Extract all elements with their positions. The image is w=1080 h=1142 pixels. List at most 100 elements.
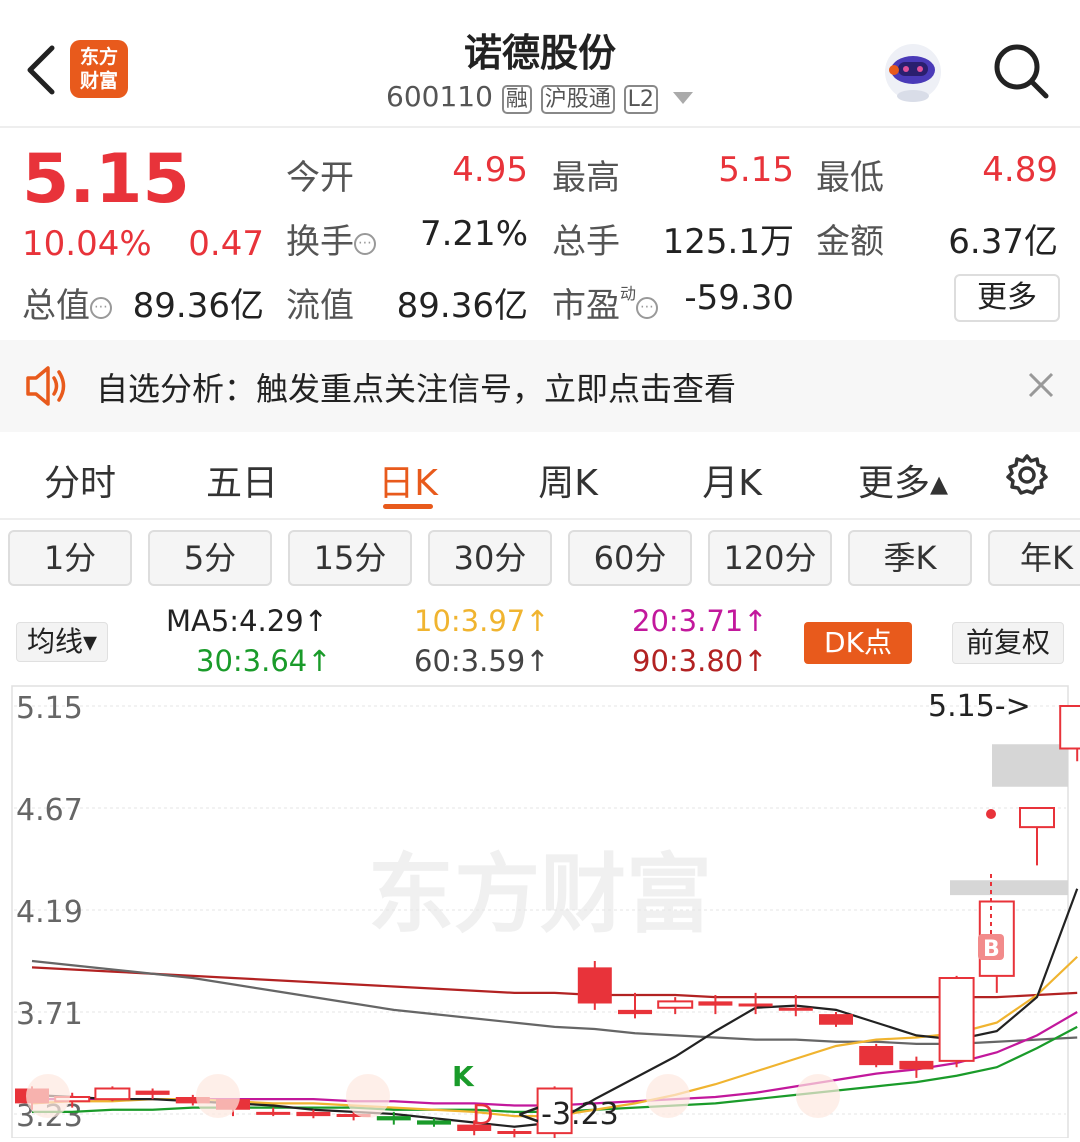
y-tick-label: 4.19: [16, 895, 83, 930]
candle-body: [698, 1001, 733, 1006]
high-price-label: 5.15->: [928, 689, 1031, 724]
ma-selector[interactable]: 均线▾: [16, 622, 108, 662]
app-logo: 东方 财富: [70, 40, 128, 98]
low-price-label: <-3.23: [516, 1097, 619, 1132]
candle-body: [859, 1046, 894, 1066]
top-bar: 东方 财富 诺德股份 600110 融 沪股通 L2: [0, 0, 1080, 128]
adjust-mode-button[interactable]: 前复权: [952, 622, 1064, 664]
chart-nav-circle: [196, 1074, 240, 1118]
chart-nav-circle: [646, 1074, 690, 1118]
tag-level2: L2: [623, 85, 658, 114]
change-percent: 10.04%: [22, 224, 152, 264]
dk-point-button[interactable]: DK点: [804, 622, 912, 664]
more-button[interactable]: 更多: [954, 274, 1060, 322]
period-1min[interactable]: 1分: [8, 530, 132, 586]
ma5-value: MA5:4.29↑: [166, 604, 328, 638]
stock-code-row: 600110 融 沪股通 L2: [386, 80, 693, 116]
pressure-zone: [992, 744, 1068, 787]
period-15min[interactable]: 15分: [288, 530, 412, 586]
tab-five-day[interactable]: 五日: [192, 454, 292, 506]
alert-text: 自选分析：触发重点关注信号，立即点击查看: [96, 370, 737, 408]
y-tick-label: 5.15: [16, 691, 83, 726]
analysis-alert-bar[interactable]: 自选分析：触发重点关注信号，立即点击查看: [0, 340, 1080, 432]
volume-value: 125.1万: [662, 222, 794, 262]
market-cap-label[interactable]: 总值 ⋯: [22, 278, 112, 327]
period-120min[interactable]: 120分: [708, 530, 832, 586]
dropdown-triangle-icon[interactable]: [672, 92, 693, 104]
tab-weekly-k[interactable]: 周K: [518, 454, 618, 506]
period-30min[interactable]: 30分: [428, 530, 552, 586]
period-yearly[interactable]: 年K: [988, 530, 1080, 586]
amount-label: 金额: [816, 222, 884, 262]
kline-chart[interactable]: 东方财富 5.154.674.193.713.23 5.15-><-3.23KD…: [0, 684, 1080, 1142]
tag-hk-connect: 沪股通: [540, 85, 615, 114]
tag-margin: 融: [501, 85, 532, 114]
logo-line-2: 财富: [79, 70, 118, 92]
tab-daily-k[interactable]: 日K: [358, 454, 458, 506]
period-quarterly[interactable]: 季K: [848, 530, 972, 586]
candle-body: [577, 967, 612, 1004]
volume-label: 总手: [552, 222, 620, 262]
signal-dot: [986, 809, 996, 819]
period-60min[interactable]: 60分: [568, 530, 692, 586]
period-selector: 1分 5分 15分 30分 60分 120分 季K 年K: [0, 528, 1080, 590]
market-cap-label-text: 总值: [22, 286, 90, 326]
tab-monthly-k[interactable]: 月K: [682, 454, 782, 506]
back-icon[interactable]: [22, 42, 62, 98]
chart-nav-circle: [346, 1074, 390, 1118]
logo-line-1: 东方: [79, 46, 118, 68]
candle-body: [618, 1009, 652, 1015]
candle-body: [657, 1000, 694, 1009]
candle-body: [1059, 705, 1080, 750]
kline-tab-bar: 分时 五日 日K 周K 月K 更多▴: [0, 432, 1080, 520]
ma60-value: 60:3.59↑: [414, 644, 550, 678]
candle-body: [778, 1007, 813, 1011]
chart-nav-circle: [796, 1074, 840, 1118]
stock-code: 600110: [386, 80, 493, 113]
watermark: 东方财富: [368, 847, 712, 943]
info-icon[interactable]: ⋯: [354, 232, 376, 255]
ma30-value: 30:3.64↑: [196, 644, 332, 678]
ma90-value: 90:3.80↑: [632, 644, 768, 678]
candle-body: [819, 1014, 853, 1025]
stock-title: 诺德股份: [463, 31, 616, 75]
robot-assistant-icon[interactable]: [880, 38, 946, 104]
candle-body: [94, 1087, 131, 1101]
market-cap-value: 89.36亿: [132, 286, 264, 326]
k-signal-mark: K: [452, 1060, 475, 1093]
kline-chart-svg[interactable]: 东方财富 5.154.674.193.713.23 5.15-><-3.23KD…: [0, 684, 1080, 1142]
float-cap-label: 流值: [286, 286, 354, 326]
gear-icon[interactable]: [1004, 452, 1050, 498]
candle-body: [417, 1120, 451, 1125]
candle-body: [899, 1060, 934, 1070]
pe-label[interactable]: 市盈动⋯: [552, 278, 659, 327]
low-value: 4.89: [982, 150, 1058, 190]
float-cap-value: 89.36亿: [396, 286, 528, 326]
ma10-value: 10:3.97↑: [414, 604, 550, 638]
tab-intraday[interactable]: 分时: [30, 454, 130, 506]
search-icon[interactable]: [990, 40, 1052, 102]
close-icon[interactable]: [1026, 370, 1056, 400]
y-tick-label: 3.71: [16, 997, 83, 1032]
low-label: 最低: [816, 158, 884, 198]
candle-body: [738, 1003, 773, 1007]
high-value: 5.15: [718, 150, 794, 190]
candle-body: [256, 1111, 291, 1115]
tab-more[interactable]: 更多▴: [848, 454, 958, 506]
turnover-label[interactable]: 换手 ⋯: [286, 214, 376, 263]
candle-body: [376, 1116, 411, 1121]
pressure-zone: [950, 880, 1068, 896]
info-icon[interactable]: ⋯: [90, 296, 112, 319]
active-tab-indicator: [383, 504, 433, 509]
buy-badge-label: B: [983, 937, 1000, 962]
candle-body: [938, 977, 975, 1062]
amount-value: 6.37亿: [948, 222, 1058, 262]
period-5min[interactable]: 5分: [148, 530, 272, 586]
info-icon[interactable]: ⋯: [636, 296, 659, 319]
pe-label-text: 市盈: [552, 286, 620, 326]
pe-value: -59.30: [684, 278, 794, 318]
last-price: 5.15: [22, 140, 190, 219]
y-tick-label: 4.67: [16, 793, 83, 828]
ma-legend-bar: 均线▾ MA5:4.29↑ 10:3.97↑ 20:3.71↑ 30:3.64↑…: [0, 600, 1080, 680]
speaker-icon: [24, 364, 70, 408]
